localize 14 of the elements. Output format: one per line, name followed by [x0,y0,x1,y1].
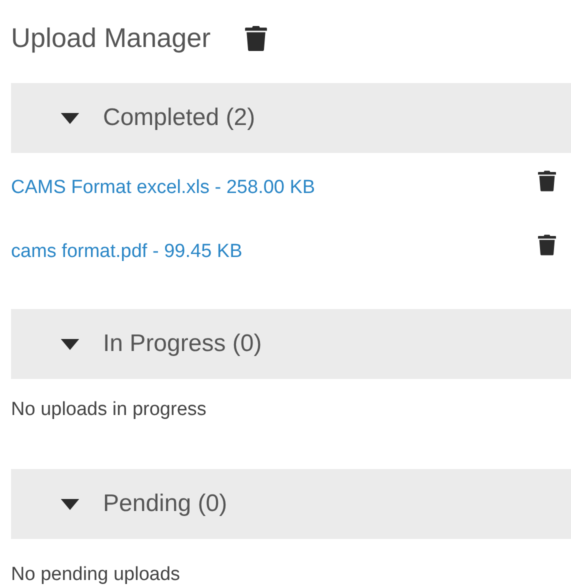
section-header[interactable]: Pending (0) [11,469,571,539]
panel-title: Upload Manager [11,23,211,54]
trash-icon[interactable] [538,170,556,192]
trash-icon[interactable] [538,234,556,256]
file-link[interactable]: cams format.pdf - 99.45 KB [11,241,242,263]
caret-icon [60,338,80,350]
file-link[interactable]: CAMS Format excel.xls - 258.00 KB [11,177,316,199]
trash-icon[interactable] [244,26,267,51]
caret-icon [60,112,80,124]
empty-message: No uploads in progress [11,398,208,422]
empty-message: No pending uploads [11,563,182,586]
caret-icon [60,498,80,510]
section-header[interactable]: Completed (2) [11,83,571,153]
section-header[interactable]: In Progress (0) [11,309,571,379]
